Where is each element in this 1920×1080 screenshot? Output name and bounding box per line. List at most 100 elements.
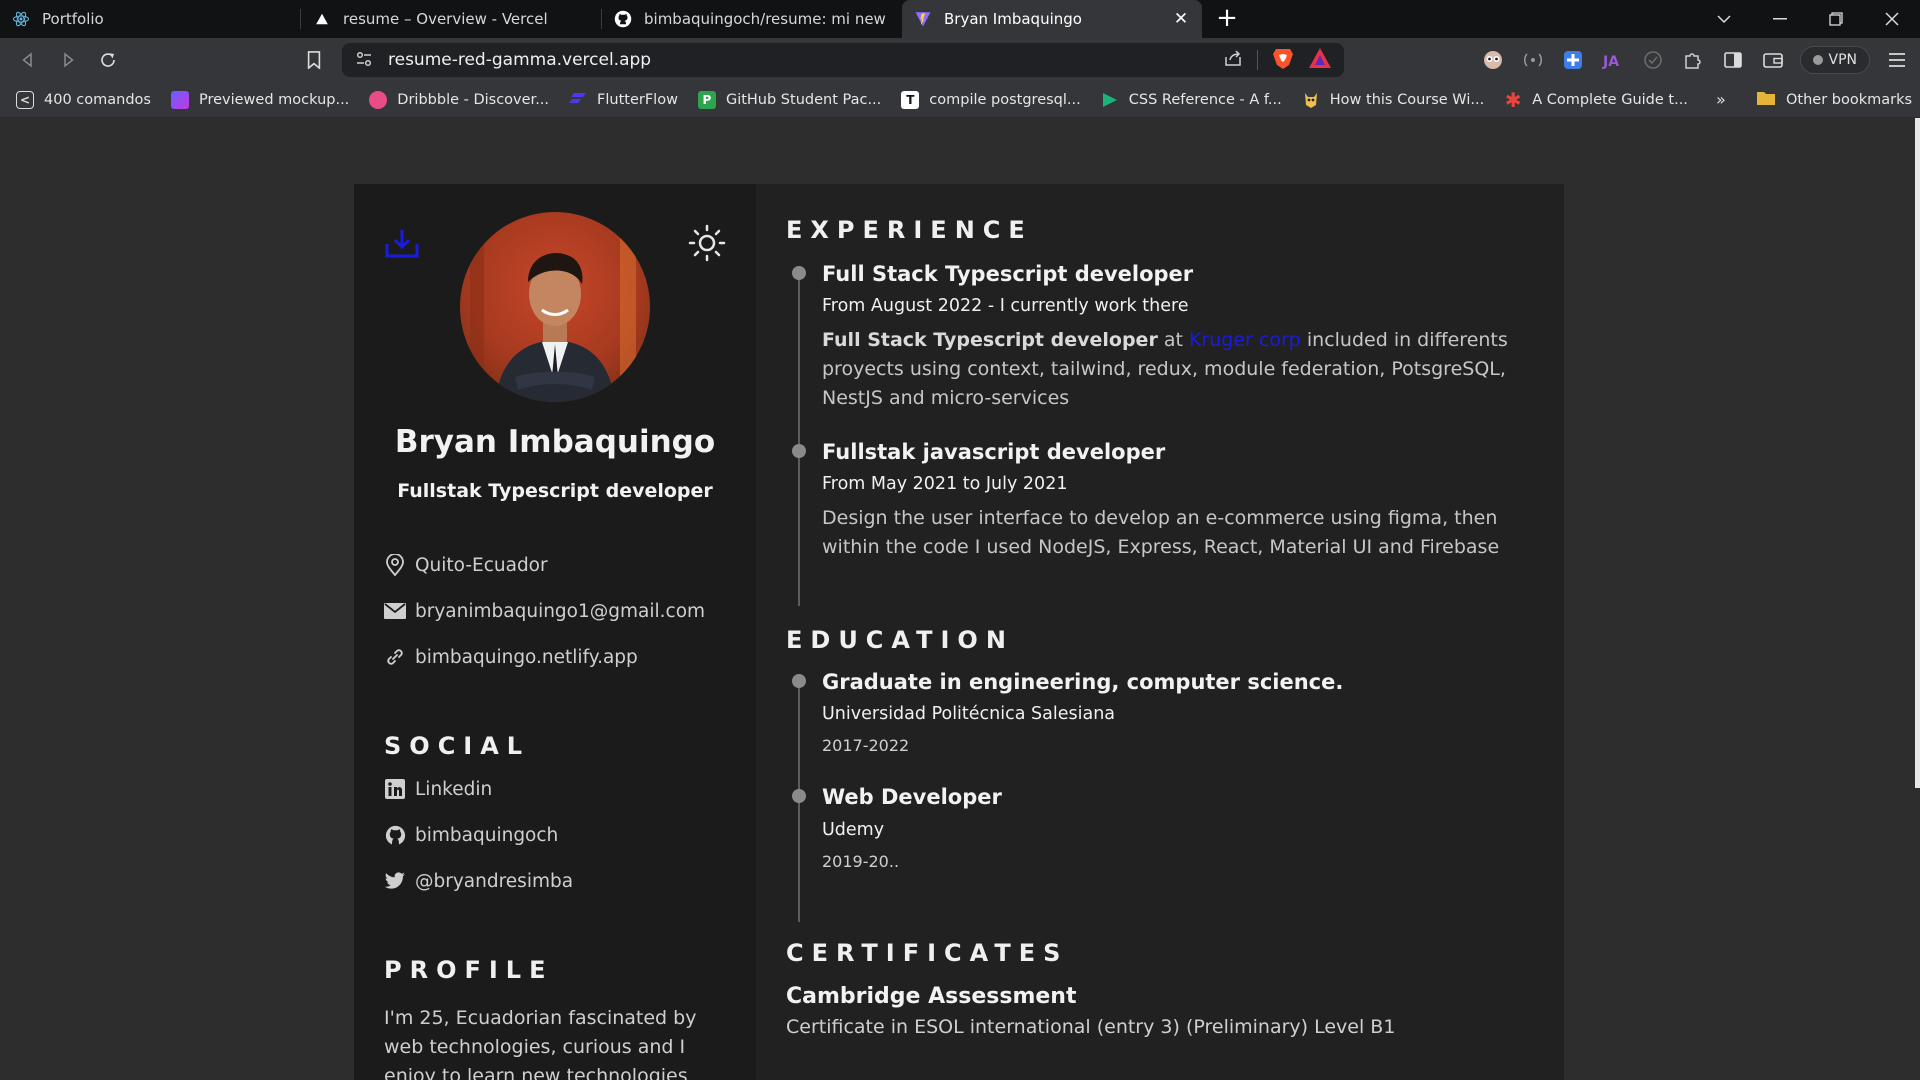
extension-broadcast-icon[interactable] (1520, 47, 1546, 73)
tab-title: Bryan Imbaquingo (944, 10, 1082, 28)
contact-email[interactable]: bryanimbaquingo1@gmail.com (384, 600, 705, 622)
bookmark-label: CSS Reference - A f... (1128, 91, 1282, 108)
bookmark-course[interactable]: How this Course Wi... (1302, 91, 1484, 109)
education-school: Udemy (822, 820, 885, 840)
site-settings-icon[interactable] (356, 51, 374, 69)
course-owl-icon (1302, 91, 1320, 109)
education-school: Universidad Politécnica Salesiana (822, 704, 1116, 724)
social-heading: SOCIAL (384, 732, 531, 760)
back-icon[interactable] (8, 40, 48, 80)
timeline-dot (792, 444, 806, 458)
vite-icon (914, 10, 932, 28)
bookmark-label: FlutterFlow (597, 91, 678, 108)
timeline-dot (792, 266, 806, 280)
divider (1257, 50, 1258, 70)
bookmark-label: Dribbble - Discover... (397, 91, 550, 108)
reload-icon[interactable] (88, 40, 128, 80)
bookmark-label: Previewed mockup... (198, 91, 350, 108)
wallet-icon[interactable] (1760, 47, 1786, 73)
extension-ja-icon[interactable]: JA (1600, 47, 1626, 73)
tab-github[interactable]: bimbaquingoch/resume: mi new curric (602, 0, 902, 38)
close-tab-icon[interactable]: ✕ (1172, 10, 1190, 28)
bookmark-previewed[interactable]: Previewed mockup... (170, 90, 350, 109)
company-link[interactable]: Kruger corp (1189, 329, 1301, 351)
extensions-area: JA VPN (1480, 38, 1911, 82)
profile-heading: PROFILE (384, 956, 554, 984)
tab-title: bimbaquingoch/resume: mi new curric (644, 10, 890, 28)
bookmark-label: 400 comandos (44, 91, 151, 108)
react-icon (12, 10, 30, 28)
theme-toggle-sun-icon[interactable] (688, 224, 726, 262)
extensions-puzzle-icon[interactable] (1680, 47, 1706, 73)
timeline-dot (792, 674, 806, 688)
experience-period: From May 2021 to July 2021 (822, 474, 1068, 494)
other-bookmarks-label: Other bookmarks (1786, 92, 1913, 108)
social-twitter[interactable]: @bryandresimba (384, 870, 573, 892)
bookmark-complete-guide[interactable]: ✱ A Complete Guide t... (1504, 88, 1688, 112)
experience-title: Full Stack Typescript developer (822, 262, 1194, 286)
minimize-icon[interactable] (1752, 0, 1808, 38)
tab-vercel[interactable]: resume – Overview - Vercel (301, 0, 601, 38)
vpn-label: VPN (1828, 52, 1858, 68)
bookmark-github-student[interactable]: P GitHub Student Pac... (697, 90, 882, 109)
bookmark-400-comandos[interactable]: < 400 comandos (16, 90, 151, 109)
flutterflow-icon (569, 91, 587, 109)
experience-period: From August 2022 - I currently work ther… (822, 296, 1189, 316)
education-title: Graduate in engineering, computer scienc… (822, 670, 1344, 694)
desc-at: at (1157, 329, 1189, 351)
resume-card: Bryan Imbaquingo Fullstak Typescript dev… (354, 184, 1564, 1080)
email-text: bryanimbaquingo1@gmail.com (415, 600, 706, 622)
social-github[interactable]: bimbaquingoch (384, 824, 558, 846)
certificate-description: Certificate in ESOL international (entry… (786, 1016, 1396, 1038)
restore-icon[interactable] (1808, 0, 1864, 38)
github-text: bimbaquingoch (415, 824, 559, 846)
bookmark-icon[interactable] (294, 40, 334, 80)
person-role: Fullstak Typescript developer (397, 480, 713, 502)
page-scrollbar[interactable] (1915, 118, 1920, 788)
vpn-button[interactable]: VPN (1799, 46, 1870, 74)
contact-website[interactable]: bimbaquingo.netlify.app (384, 646, 638, 668)
sidebar-toggle-icon[interactable] (1720, 47, 1746, 73)
education-title: Web Developer (822, 785, 1002, 809)
github-icon (614, 10, 632, 28)
person-name: Bryan Imbaquingo (394, 424, 716, 460)
extension-eyes-icon[interactable] (1480, 47, 1506, 73)
tab-portfolio[interactable]: Portfolio (0, 0, 300, 38)
menu-icon[interactable] (1884, 47, 1910, 73)
bookmark-flutterflow[interactable]: FlutterFlow (569, 91, 678, 109)
bookmark-dribbble[interactable]: Dribbble - Discover... (369, 90, 550, 109)
bookmark-css-reference[interactable]: CSS Reference - A f... (1101, 91, 1282, 109)
location-text: Quito-Ecuador (415, 554, 548, 576)
bookmark-label: A Complete Guide t... (1532, 91, 1688, 108)
download-icon[interactable] (384, 228, 420, 260)
education-years: 2017-2022 (822, 736, 910, 755)
other-bookmarks[interactable]: Other bookmarks (1756, 82, 1912, 118)
share-icon[interactable] (1223, 49, 1243, 71)
bookmark-compile-postgresql[interactable]: T compile postgresql... (901, 90, 1081, 109)
bookmarks-bar: < 400 comandos Previewed mockup... Dribb… (0, 82, 1920, 118)
forward-icon[interactable] (48, 40, 88, 80)
tab-strip: Portfolio resume – Overview - Vercel bim… (0, 0, 1920, 38)
extension-check-icon[interactable] (1640, 47, 1666, 73)
folder-icon (1756, 90, 1776, 110)
linkedin-text: Linkedin (415, 778, 493, 800)
previewed-icon (170, 90, 189, 109)
bookmarks-overflow-button[interactable]: » (1716, 82, 1726, 118)
terminal-icon: < (16, 90, 34, 109)
extension-puzzle-blue-icon[interactable] (1560, 47, 1586, 73)
close-window-icon[interactable] (1864, 0, 1920, 38)
url-text: resume-red-gamma.vercel.app (388, 50, 652, 70)
address-bar[interactable]: resume-red-gamma.vercel.app (342, 43, 1344, 77)
education-timeline (798, 684, 800, 922)
experience-description: Design the user interface to develop an … (822, 507, 1500, 558)
brave-shields-icon[interactable] (1272, 46, 1294, 74)
tab-search-icon[interactable] (1696, 0, 1752, 38)
vercel-icon (313, 10, 331, 28)
bookmark-label: GitHub Student Pac... (725, 91, 882, 108)
tab-title: Portfolio (42, 10, 104, 28)
social-linkedin[interactable]: Linkedin (384, 778, 492, 800)
new-tab-button[interactable]: + (1208, 0, 1246, 38)
tab-bryan-imbaquingo[interactable]: Bryan Imbaquingo ✕ (902, 0, 1202, 38)
brave-rewards-icon[interactable] (1308, 47, 1332, 73)
education-heading: EDUCATION (786, 626, 1014, 654)
